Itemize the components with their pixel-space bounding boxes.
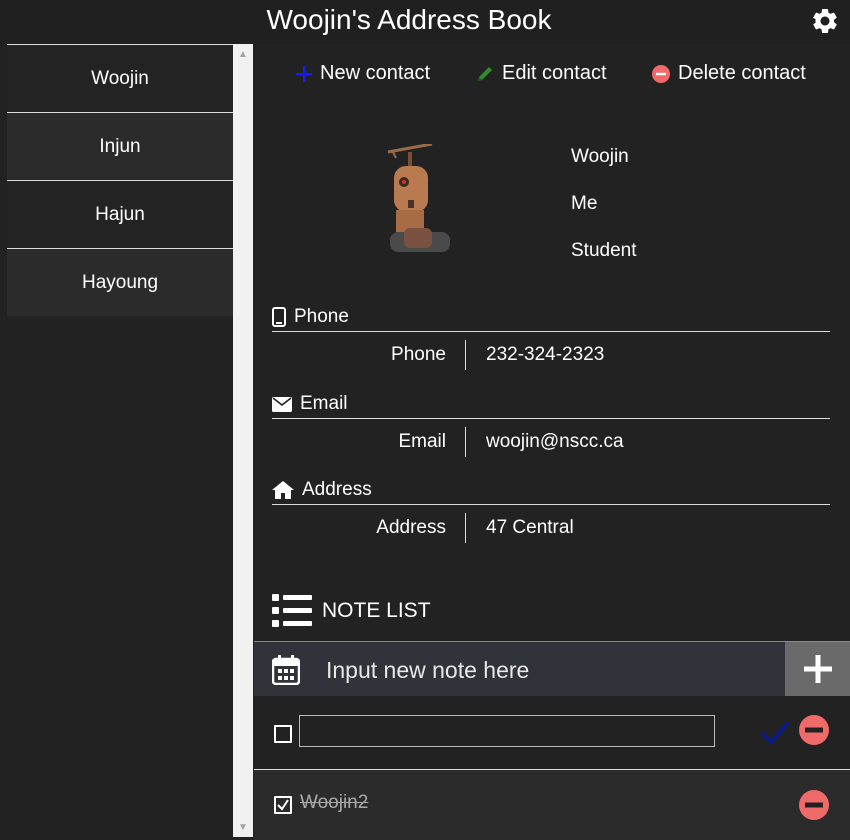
address-label: Address <box>376 517 446 538</box>
sidebar-item-hajun[interactable]: Hajun <box>7 180 233 248</box>
app-title: Woojin's Address Book <box>266 4 552 35</box>
contact-relation: Me <box>571 193 598 214</box>
email-row: Email woojin@nscc.ca <box>272 427 830 459</box>
new-note-bar <box>254 641 850 696</box>
phone-section-title: Phone <box>294 306 349 327</box>
calendar-icon <box>272 655 300 685</box>
pencil-icon <box>478 66 492 81</box>
contact-detail-panel: New contact Edit contact Delete contact … <box>254 44 850 840</box>
phone-row: Phone 232-324-2323 <box>272 340 830 372</box>
contact-name: Woojin <box>571 146 629 167</box>
envelope-icon <box>272 396 292 412</box>
delete-contact-button[interactable]: Delete contact <box>652 62 806 85</box>
contact-sidebar: Woojin Injun Hajun Hayoung <box>7 44 233 837</box>
sidebar-item-label: Injun <box>99 135 141 157</box>
email-section-header: Email <box>272 390 830 419</box>
edit-contact-label: Edit contact <box>502 62 607 84</box>
phone-section-header: Phone <box>272 303 830 332</box>
checkmark-icon[interactable] <box>760 721 790 745</box>
note-checkbox-checked[interactable] <box>274 796 292 814</box>
sidebar-item-label: Hayoung <box>81 271 159 293</box>
gear-icon[interactable] <box>810 6 840 36</box>
email-label: Email <box>398 431 446 452</box>
note-list-header: NOTE LIST <box>272 593 431 629</box>
address-section-header: Address <box>272 476 830 505</box>
sidebar-item-hayoung[interactable]: Hayoung <box>7 248 233 316</box>
new-contact-label: New contact <box>320 62 431 84</box>
plus-icon <box>803 655 832 683</box>
email-value: woojin@nscc.ca <box>486 431 624 452</box>
delete-contact-label: Delete contact <box>678 62 806 84</box>
email-section-title: Email <box>300 393 348 414</box>
address-section-title: Address <box>302 479 372 500</box>
contact-avatar <box>387 144 450 252</box>
sidebar-item-label: Hajun <box>95 203 145 225</box>
contact-toolbar: New contact Edit contact Delete contact <box>254 62 850 92</box>
phone-label: Phone <box>391 344 446 365</box>
add-note-button[interactable] <box>785 642 850 696</box>
contact-occupation: Student <box>571 240 637 261</box>
note-text: Woojin2 <box>300 792 369 813</box>
plus-icon <box>296 65 312 82</box>
minus-circle-icon[interactable] <box>799 715 829 745</box>
note-list-title: NOTE LIST <box>322 599 431 622</box>
field-divider <box>465 340 466 370</box>
scroll-down-arrow-icon[interactable]: ▼ <box>233 819 253 835</box>
note-checkbox[interactable] <box>274 725 292 743</box>
home-icon <box>272 481 294 499</box>
checkbox-icon <box>277 799 289 811</box>
list-icon <box>272 594 312 627</box>
sidebar-item-label: Woojin <box>91 67 149 89</box>
sidebar-item-woojin[interactable]: Woojin <box>7 44 233 112</box>
note-edit-input[interactable] <box>299 715 715 747</box>
address-value: 47 Central <box>486 517 574 538</box>
new-note-input[interactable] <box>324 650 778 690</box>
scroll-up-arrow-icon[interactable]: ▲ <box>233 46 253 62</box>
new-contact-button[interactable]: New contact <box>296 62 430 85</box>
sidebar-item-injun[interactable]: Injun <box>7 112 233 180</box>
note-item: Woojin2 <box>254 770 850 840</box>
minus-circle-icon <box>652 64 670 83</box>
edit-contact-button[interactable]: Edit contact <box>476 62 607 85</box>
minus-circle-icon[interactable] <box>799 790 829 820</box>
phone-value: 232-324-2323 <box>486 344 605 365</box>
phone-icon <box>272 307 286 327</box>
app-header: Woojin's Address Book <box>0 0 850 44</box>
field-divider <box>465 427 466 457</box>
address-row: Address 47 Central <box>272 513 830 545</box>
sidebar-scrollbar[interactable]: ▲ ▼ <box>233 44 253 837</box>
field-divider <box>465 513 466 543</box>
note-item <box>254 699 850 770</box>
